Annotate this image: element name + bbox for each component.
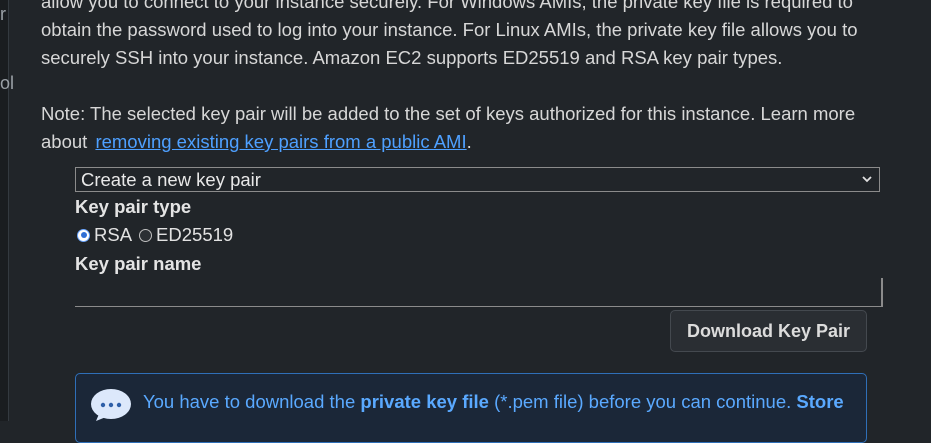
key-pair-name-label: Key pair name: [75, 253, 202, 274]
download-key-pair-button[interactable]: Download Key Pair: [670, 310, 867, 352]
key-pair-form: Create a new key pair Key pair type RSA …: [75, 167, 885, 352]
intro-line: obtain the password used to log into you…: [41, 19, 858, 40]
rail-fragment: ol: [0, 73, 15, 93]
note-line-2: about removing existing key pairs from a…: [41, 128, 901, 156]
chevron-down-icon: [861, 168, 873, 198]
radio-rsa[interactable]: [77, 228, 90, 242]
radio-ed25519[interactable]: [139, 228, 153, 242]
info-alert: You have to download the private key fil…: [75, 373, 867, 443]
key-pair-name-input[interactable]: [75, 278, 883, 307]
learn-more-link[interactable]: removing existing key pairs from a publi…: [95, 131, 466, 152]
note-suffix: .: [466, 131, 472, 152]
key-pair-type-label: Key pair type: [75, 196, 192, 217]
key-pair-select[interactable]: Create a new key pair: [75, 167, 880, 192]
rail-fragment: r: [0, 4, 6, 24]
alert-text-mid: (*.pem file) before you can continue.: [488, 391, 797, 412]
alert-text-bold: Store: [796, 391, 844, 412]
alert-text-pre: You have to download the: [143, 391, 361, 412]
intro-line: allow you to connect to your instance se…: [41, 0, 853, 12]
radio-rsa-label[interactable]: RSA: [94, 224, 132, 246]
key-pair-type-radios: RSA ED25519: [77, 224, 240, 246]
key-pair-description: allow you to connect to your instance se…: [41, 0, 901, 156]
note-prefix: about: [41, 131, 88, 152]
speech-bubble-dots-icon: [90, 388, 132, 422]
alert-text-bold: private key file: [360, 391, 489, 412]
intro-line: securely SSH into your instance. Amazon …: [41, 47, 783, 68]
key-pair-select-value: Create a new key pair: [81, 169, 261, 190]
left-rail: r ol: [0, 0, 14, 421]
radio-ed25519-label[interactable]: ED25519: [156, 224, 233, 246]
alert-message: You have to download the private key fil…: [143, 391, 844, 413]
note-line: Note: The selected key pair will be adde…: [41, 103, 856, 124]
